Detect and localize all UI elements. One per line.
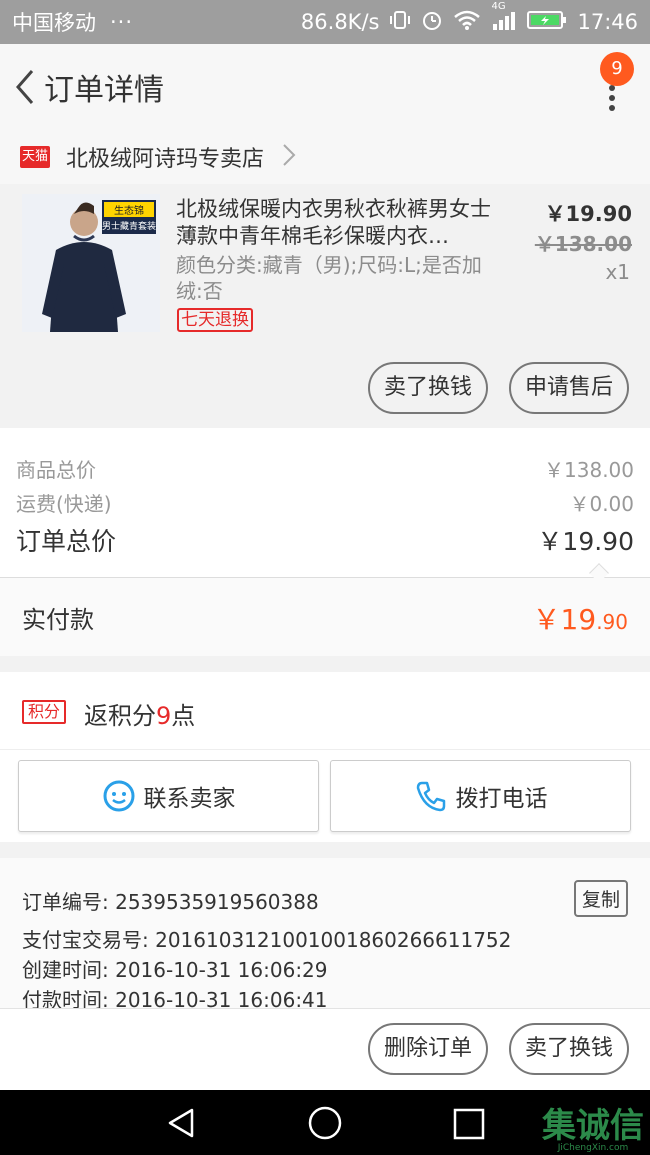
chevron-left-icon [16,70,34,104]
watermark-text: 集诚信 [542,1106,644,1146]
delete-order-button[interactable]: 删除订单 [368,1023,488,1075]
shop-name: 北极绒阿诗玛专卖店 [66,147,265,172]
points-tag: 积分 [22,700,67,724]
network-type: 4G [491,0,506,12]
order-info-panel: 订单编号: 2539535919560388 复制 支付宝交易号: 201610… [0,858,650,1012]
created-time: 创建时间: 2016-10-31 16:06:29 [22,958,328,982]
signal-icon: 4G [491,1,517,36]
product-tag: 生态锦 男士藏青套装 [102,200,156,234]
points-row: 积分 返积分9点 [0,672,650,750]
order-total-label: 订单总价 [16,527,117,556]
alipay-transaction-number: 支付宝交易号: 2016103121001001860266611752 [22,928,512,952]
paid-value: ￥19.90 [533,598,628,638]
points-amount: 9 [156,702,172,730]
product-price: ￥19.90 [544,202,632,226]
paid-amount-row: 实付款 ￥19.90 [0,578,650,656]
page-title: 订单详情 [44,73,164,108]
tmall-logo-icon: 天猫 [20,146,50,168]
shipping-value: ￥0.00 [569,492,634,516]
watermark-logo: 集诚信 JiChengXin.com [542,1098,644,1153]
battery-icon [527,9,567,36]
call-phone-label: 拨打电话 [455,786,548,812]
goods-total-label: 商品总价 [16,458,96,482]
app-header: 订单详情 9 [0,44,650,130]
system-nav-bar: 集诚信 JiChengXin.com [0,1090,650,1155]
sell-for-cash-button[interactable]: 卖了换钱 [368,362,488,414]
shipping-label: 运费(快递) [16,492,112,516]
shop-row[interactable]: 天猫 北极绒阿诗玛专卖店 [0,130,650,184]
vibrate-icon [389,9,411,36]
nav-home-icon[interactable] [307,1106,343,1146]
status-bar: 中国移动 ··· 86.8K/s 4G 17:46 [0,0,650,44]
points-text: 返积分9点 [84,696,195,731]
product-card: 生态锦 男士藏青套装 北极绒保暖内衣男秋衣秋裤男女士薄款中青年棉毛衫保暖内衣… … [0,184,650,428]
notification-badge: 9 [600,52,634,86]
nav-back-icon[interactable] [164,1106,198,1144]
goods-total-value: ￥138.00 [544,458,634,482]
call-phone-button[interactable]: 拨打电话 [330,760,631,832]
copy-button[interactable]: 复制 [573,880,628,917]
shipping-row: 运费(快递) ￥0.00 [16,488,634,517]
points-suffix: 点 [171,702,196,730]
notification-dots: ··· [110,10,134,34]
network-speed: 86.8K/s [300,10,380,34]
phone-icon [416,781,445,812]
product-attributes: 颜色分类:藏青（男);尺码:L;是否加绒:否 [176,253,482,303]
goods-total-row: 商品总价 ￥138.00 [16,454,634,483]
carrier-name: 中国移动 [12,11,96,35]
points-prefix: 返积分 [84,702,156,730]
product-tag-label: 男士藏青套装 [102,222,157,232]
product-tag-brand: 生态锦 [104,202,154,217]
nav-recents-icon[interactable] [453,1108,485,1144]
product-original-price: ￥138.00 [534,232,632,256]
back-button[interactable] [4,44,44,130]
paid-decimal: .90 [596,610,628,634]
order-total-row: 订单总价 ￥19.90 [16,522,634,558]
product-title[interactable]: 北极绒保暖内衣男秋衣秋裤男女士薄款中青年棉毛衫保暖内衣… [176,196,496,252]
paid-main: ￥19 [532,603,597,636]
sell-for-cash-bottom-button[interactable]: 卖了换钱 [509,1023,629,1075]
contact-seller-label: 联系卖家 [143,786,236,812]
seven-day-return-tag: 七天退换 [177,308,253,332]
bottom-action-bar: 删除订单 卖了换钱 [0,1008,650,1090]
chat-face-icon [103,780,134,812]
order-total-value: ￥19.90 [537,527,634,556]
chevron-right-icon [282,143,296,171]
alarm-icon [421,9,443,36]
contact-seller-button[interactable]: 联系卖家 [18,760,319,832]
product-thumbnail[interactable]: 生态锦 男士藏青套装 [22,194,160,332]
wifi-icon [453,9,481,36]
contact-row: 联系卖家 拨打电话 [0,750,650,842]
paid-label: 实付款 [22,606,94,634]
price-summary: 商品总价 ￥138.00 运费(快递) ￥0.00 订单总价 ￥19.90 [0,428,650,578]
product-quantity: x1 [605,260,630,284]
after-sale-button[interactable]: 申请售后 [509,362,629,414]
clock: 17:46 [577,10,638,34]
order-number: 订单编号: 2539535919560388 [22,890,319,914]
